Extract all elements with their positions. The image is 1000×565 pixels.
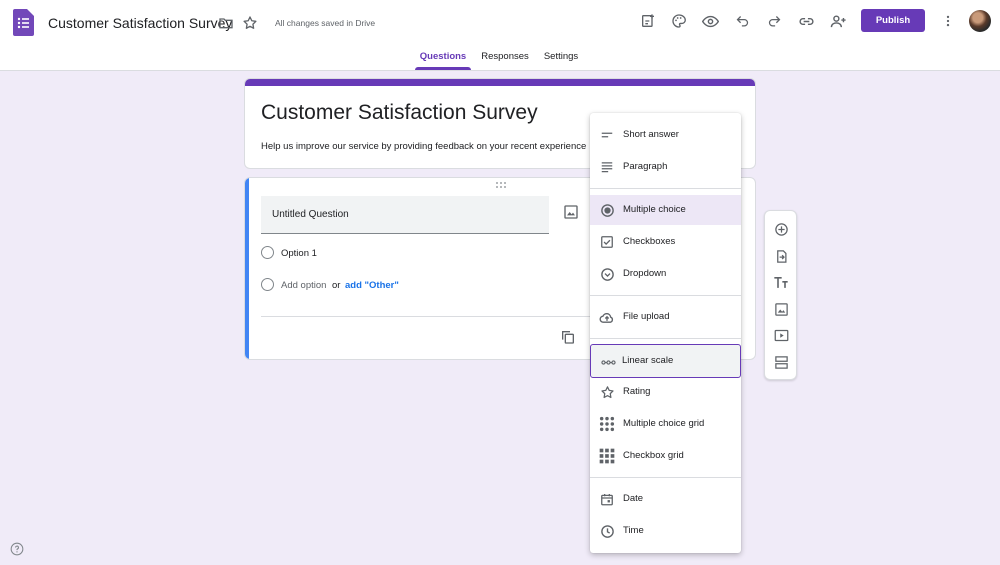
tab-settings[interactable]: Settings	[538, 49, 584, 70]
add-video-icon[interactable]	[772, 326, 790, 344]
linear-scale-icon	[600, 354, 616, 370]
option-1-label[interactable]: Option 1	[281, 247, 317, 260]
forms-logo-icon[interactable]	[13, 9, 34, 36]
duplicate-icon[interactable]	[560, 329, 576, 345]
menu-item-label: File upload	[623, 311, 670, 322]
active-question-indicator	[245, 178, 249, 359]
add-option-radio-icon	[261, 278, 274, 291]
menu-item-label: Multiple choice grid	[623, 418, 705, 429]
menu-item-label: Date	[623, 493, 644, 504]
menu-divider	[590, 477, 741, 478]
menu-item-date[interactable]: Date	[590, 484, 741, 514]
form-title[interactable]: Customer Satisfaction Survey	[261, 100, 538, 126]
menu-item-checkboxes[interactable]: Checkboxes	[590, 227, 741, 257]
menu-item-label: Checkboxes	[623, 236, 676, 247]
menu-item-short-answer[interactable]: Short answer	[590, 120, 741, 150]
app-header: Customer Satisfaction Survey All changes…	[0, 0, 1000, 71]
add-image-icon[interactable]	[563, 204, 579, 220]
clock-icon	[599, 523, 615, 539]
addon-icon[interactable]	[637, 10, 659, 32]
menu-item-label: Rating	[623, 386, 651, 397]
menu-item-time[interactable]: Time	[590, 516, 741, 546]
menu-item-paragraph[interactable]: Paragraph	[590, 152, 741, 182]
menu-item-file-upload[interactable]: File upload	[590, 302, 741, 332]
menu-item-label: Multiple choice	[623, 204, 686, 215]
undo-icon[interactable]	[731, 10, 753, 32]
tab-responses[interactable]: Responses	[477, 49, 533, 70]
active-tab-indicator	[415, 67, 471, 70]
paragraph-icon	[599, 159, 615, 175]
cloud-upload-icon	[599, 309, 615, 325]
help-icon[interactable]	[10, 542, 24, 556]
import-questions-icon[interactable]	[772, 247, 790, 265]
add-image-toolbar-icon[interactable]	[772, 300, 790, 318]
menu-item-label: Checkbox grid	[623, 450, 684, 461]
star-outline-icon	[599, 384, 615, 400]
menu-item-multiple-choice-grid[interactable]: Multiple choice grid	[590, 409, 741, 439]
star-icon[interactable]	[239, 12, 261, 34]
menu-item-dropdown[interactable]: Dropdown	[590, 259, 741, 289]
menu-divider	[590, 295, 741, 296]
theme-accent-bar	[245, 79, 755, 86]
menu-item-label: Dropdown	[623, 268, 667, 279]
menu-item-label: Linear scale	[622, 355, 674, 366]
question-title-input[interactable]	[261, 196, 549, 234]
add-title-icon[interactable]	[772, 273, 790, 291]
checkbox-icon	[599, 234, 615, 250]
radio-button-icon	[599, 202, 615, 218]
menu-item-checkbox-grid[interactable]: Checkbox grid	[590, 441, 741, 471]
preview-eye-icon[interactable]	[699, 10, 721, 32]
form-description[interactable]: Help us improve our service by providing…	[261, 140, 586, 154]
redo-icon[interactable]	[763, 10, 785, 32]
add-section-icon[interactable]	[772, 353, 790, 371]
more-vert-icon[interactable]	[937, 10, 959, 32]
dropdown-circle-icon	[599, 266, 615, 282]
square-grid-icon	[599, 448, 615, 464]
drag-handle-icon[interactable]	[495, 181, 507, 189]
menu-item-label: Paragraph	[623, 161, 668, 172]
folder-icon[interactable]	[215, 12, 237, 34]
document-title[interactable]: Customer Satisfaction Survey	[48, 14, 232, 32]
add-question-icon[interactable]	[772, 220, 790, 238]
menu-item-rating[interactable]: Rating	[590, 377, 741, 407]
save-status: All changes saved in Drive	[275, 18, 376, 28]
form-tabs: Questions Responses Settings	[0, 49, 1000, 71]
menu-divider	[590, 338, 741, 339]
calendar-icon	[599, 491, 615, 507]
menu-item-label: Time	[623, 525, 644, 536]
or-label: or	[332, 280, 341, 291]
add-other-button[interactable]: add "Other"	[345, 279, 399, 292]
menu-item-multiple-choice[interactable]: Multiple choice	[590, 195, 741, 225]
short-answer-icon	[599, 127, 615, 143]
menu-divider	[590, 188, 741, 189]
publish-button[interactable]: Publish	[861, 9, 925, 32]
dot-grid-icon	[599, 416, 615, 432]
menu-item-label: Short answer	[623, 129, 679, 140]
palette-icon[interactable]	[668, 10, 690, 32]
link-icon[interactable]	[795, 10, 817, 32]
option-radio-icon	[261, 246, 274, 259]
side-toolbar	[764, 210, 797, 380]
avatar[interactable]	[969, 10, 991, 32]
add-option-button[interactable]: Add option	[281, 279, 326, 292]
add-collaborator-icon[interactable]	[827, 10, 849, 32]
menu-item-linear-scale[interactable]: Linear scale	[590, 344, 741, 378]
question-type-menu: Short answer Paragraph Multiple choice C…	[590, 113, 741, 553]
